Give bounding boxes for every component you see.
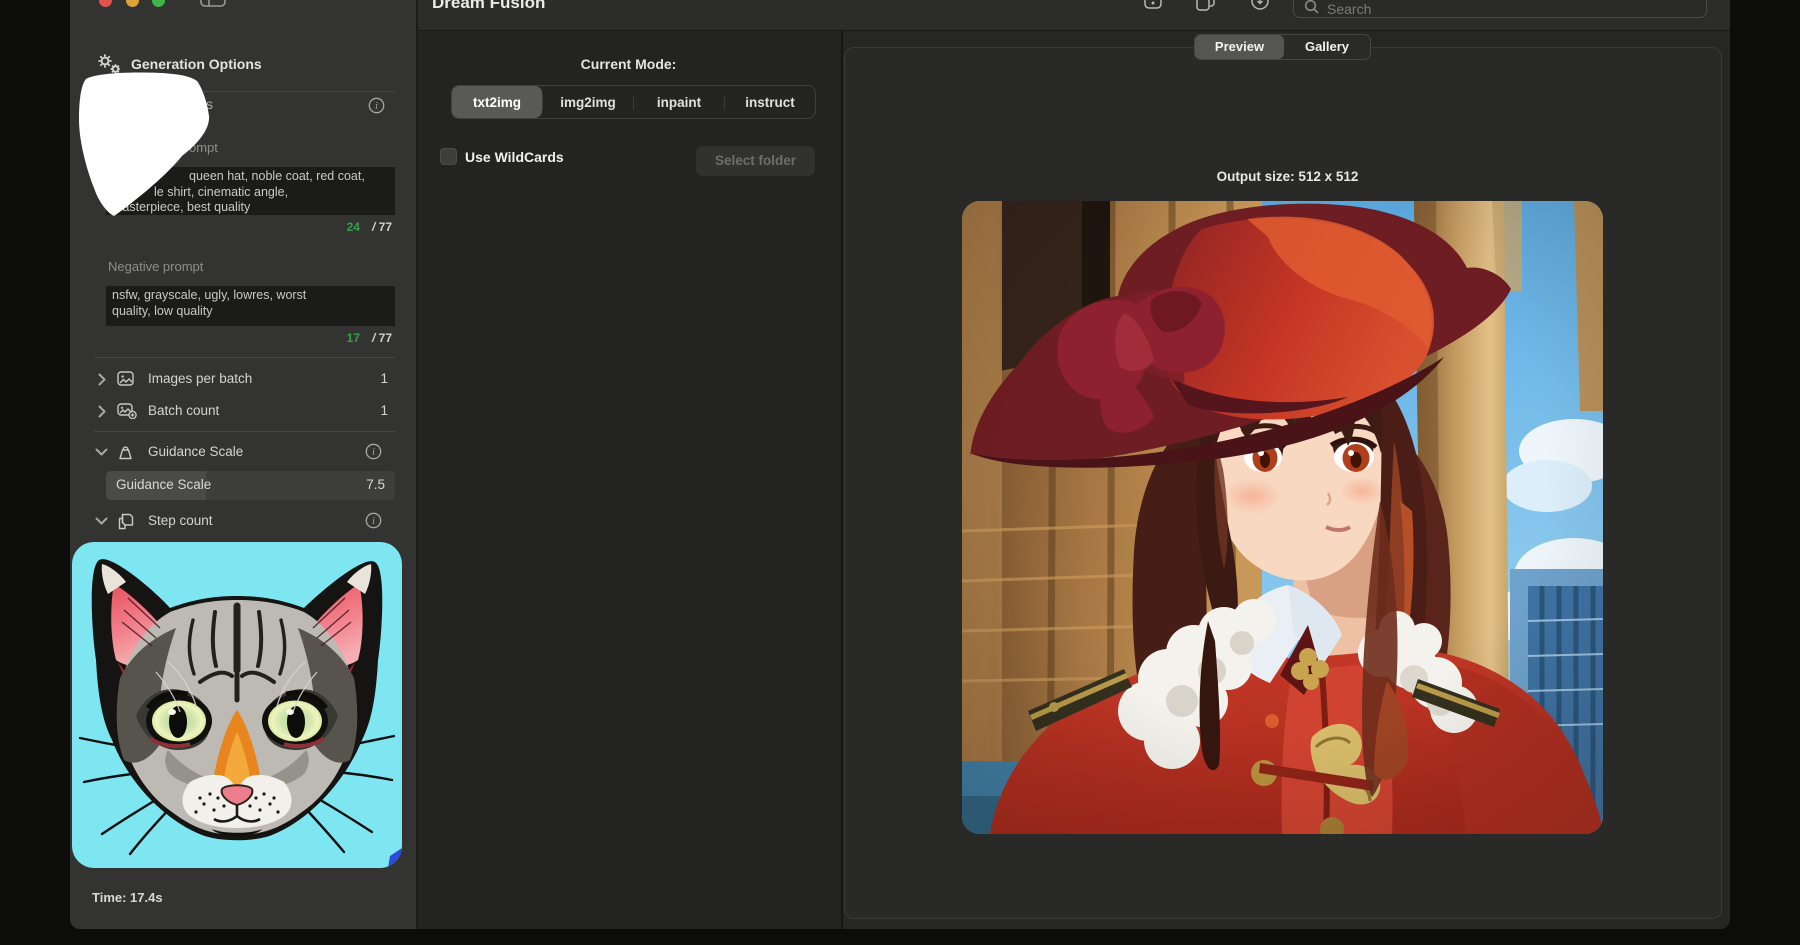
svg-text:i: i: [375, 101, 378, 112]
svg-text:i: i: [372, 516, 375, 527]
svg-text:i: i: [372, 447, 375, 458]
